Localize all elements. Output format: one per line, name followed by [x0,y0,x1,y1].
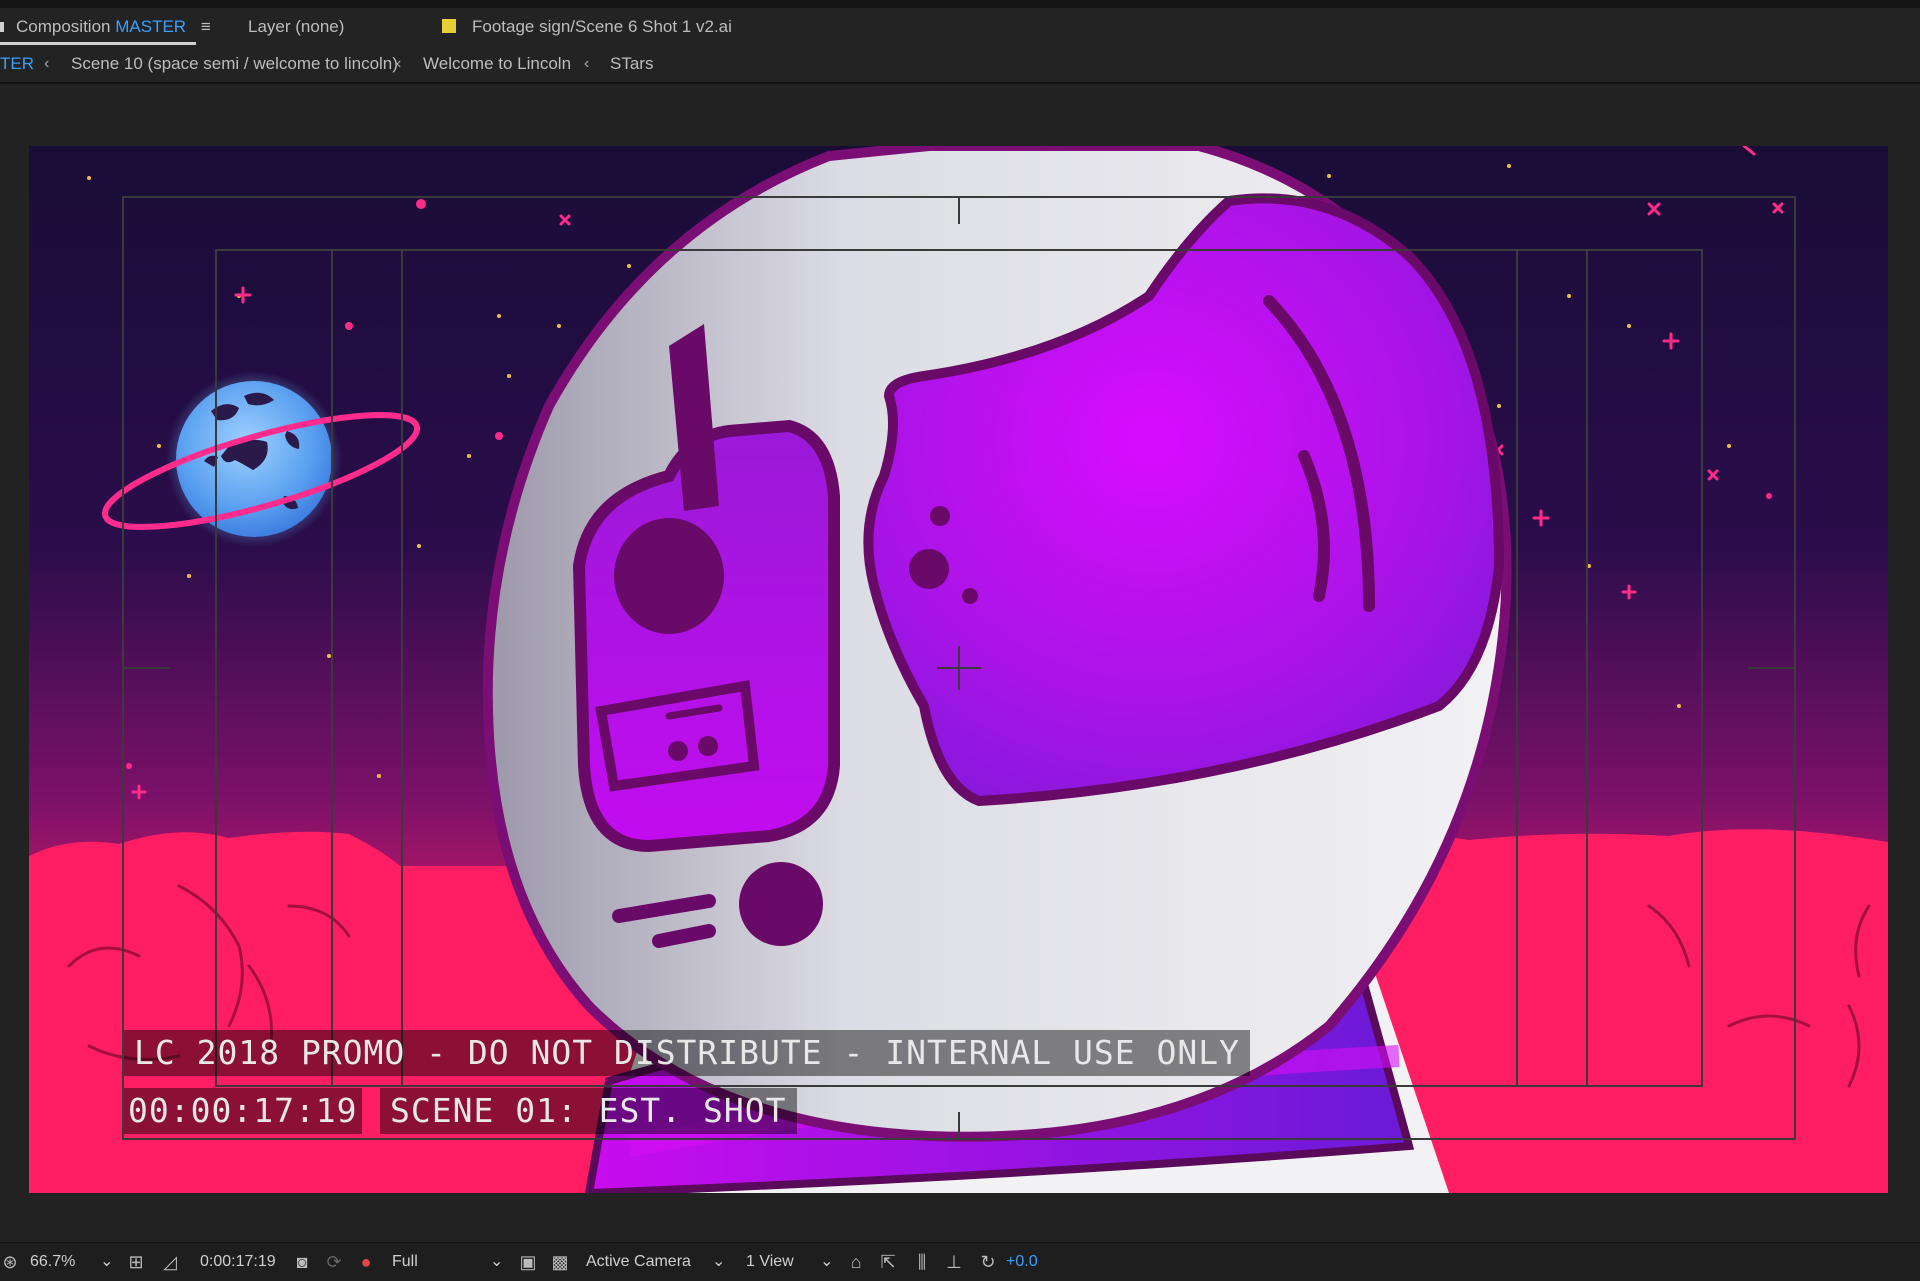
chevron-down-icon[interactable]: ⌄ [490,1243,503,1281]
fast-previews-icon[interactable]: ⇱ [878,1252,898,1272]
chevron-left-icon: ‹ [44,55,50,72]
viewer-tab-bar: Composition MASTER ≡ Layer (none) Footag… [0,8,1920,46]
chevron-left-icon: ‹ [584,55,590,72]
hamburger-menu-icon[interactable]: ≡ [201,8,211,46]
reset-exposure-icon[interactable]: ↻ [978,1252,998,1272]
toggle-pixel-aspect-icon[interactable]: ⌂ [846,1252,866,1272]
current-time-display[interactable]: 0:00:17:19 [200,1243,276,1281]
burn-in-timecode: 00:00:17:19 [124,1088,362,1134]
always-preview-icon[interactable]: ⊛ [0,1252,20,1272]
color-channels-icon[interactable]: ● [356,1252,376,1272]
label-color-swatch [442,19,456,33]
resolution-value: Full [392,1253,418,1270]
fit-frame-icon[interactable]: ⊞ [126,1252,146,1272]
camera-snapshot-icon[interactable]: ◙ [292,1252,312,1272]
breadcrumb-item-scene-10[interactable]: Scene 10 (space semi / welcome to lincol… [71,46,398,82]
target-region-icon[interactable]: ▣ [518,1252,538,1272]
chevron-down-icon[interactable]: ⌄ [712,1243,725,1281]
composition-viewer[interactable]: LC 2018 PROMO - DO NOT DISTRIBUTE - INTE… [0,84,1920,1242]
tab-composition-prefix: Composition [16,17,111,36]
burn-in-title: LC 2018 PROMO - DO NOT DISTRIBUTE - INTE… [124,1030,1250,1076]
chevron-down-icon[interactable]: ⌄ [820,1243,833,1281]
tab-composition[interactable]: Composition MASTER ≡ [0,8,211,46]
active-tab-indicator [0,42,196,45]
breadcrumb-item-welcome[interactable]: Welcome to Lincoln [423,46,571,82]
transparency-grid-icon[interactable]: ▩ [550,1252,570,1272]
magnification-dropdown[interactable]: 66.7% [30,1243,75,1281]
magnification-value: 66.7% [30,1253,76,1270]
resolution-dropdown[interactable]: Full [392,1243,418,1281]
tab-footage[interactable]: Footage sign/Scene 6 Shot 1 v2.ai [442,8,732,46]
show-snapshot-icon[interactable]: ⟳ [324,1252,344,1272]
chevron-left-icon: ‹ [396,55,402,72]
camera-view-dropdown[interactable]: Active Camera [586,1243,691,1281]
tab-footage-label: Footage sign/Scene 6 Shot 1 v2.ai [472,17,732,36]
view-layout-dropdown[interactable]: 1 View [746,1243,794,1281]
region-of-interest-icon[interactable]: ◿ [160,1252,180,1272]
composition-breadcrumb: TER ‹ Scene 10 (space semi / welcome to … [0,46,1920,84]
window-top-edge [0,0,1920,8]
tab-layer[interactable]: Layer (none) [248,8,344,46]
flowchart-icon[interactable]: ⊥ [944,1252,964,1272]
breadcrumb-item-master[interactable]: TER [0,46,34,82]
timeline-icon[interactable]: ⫼ [912,1252,932,1272]
camera-view-value: Active Camera [586,1253,691,1270]
breadcrumb-item-stars[interactable]: STars [610,46,653,82]
view-layout-value: 1 View [746,1253,794,1270]
burn-in-scene: SCENE 01: EST. SHOT [380,1088,797,1134]
chevron-down-icon[interactable]: ⌄ [100,1243,113,1281]
exposure-value[interactable]: +0.0 [1006,1243,1038,1281]
viewer-toolbar: ⊛ 66.7% ⌄ ⊞ ◿ 0:00:17:19 ◙ ⟳ ● Full ⌄ ▣ … [0,1242,1920,1281]
tab-composition-name: MASTER [115,17,187,36]
